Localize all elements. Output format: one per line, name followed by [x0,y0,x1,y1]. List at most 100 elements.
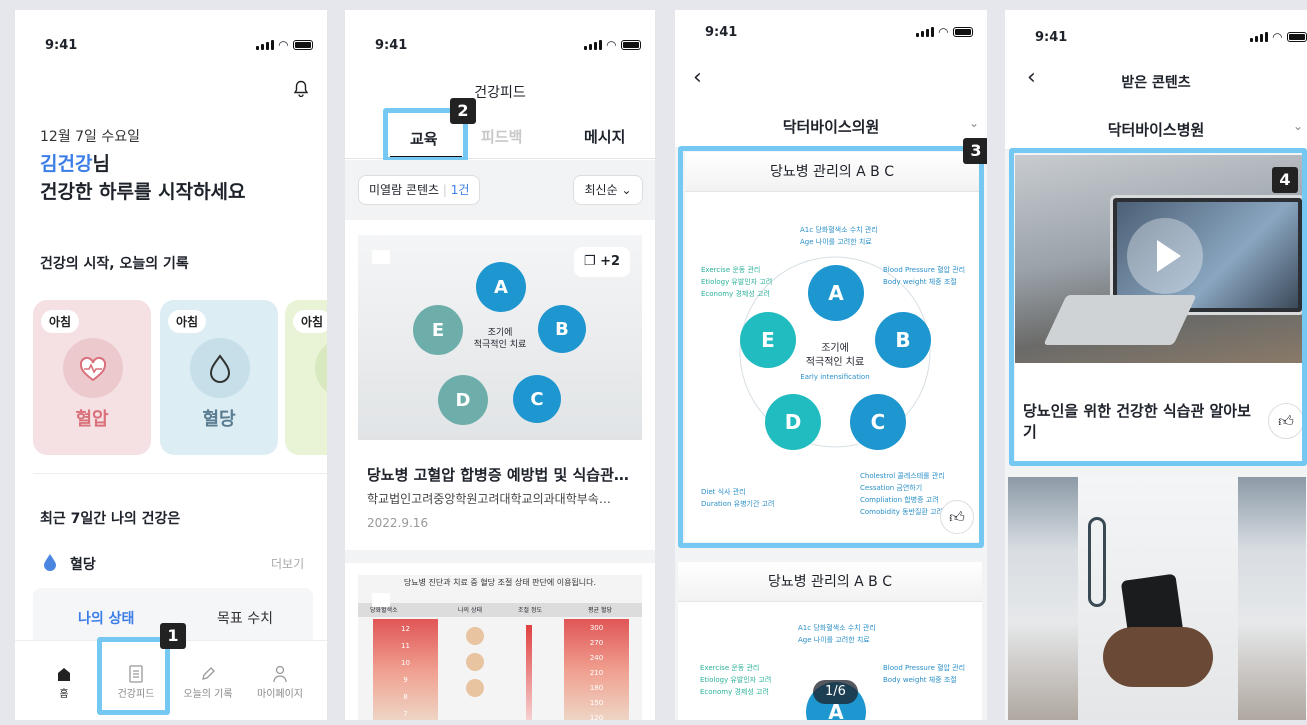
post-card[interactable]: A B C D E 조기에 적극적인 치료 ❐ +2 당뇨병 고혈압 합병증 예방… [345,220,655,550]
drop-icon [190,338,250,398]
drop-icon [43,553,57,571]
bubble-c: C [850,394,906,450]
glucose-card[interactable]: 아침 혈당 [160,300,278,455]
unread-filter[interactable]: 미열람 콘텐츠 | 1건 [358,175,481,205]
bubble-d: D [765,394,821,450]
hands-shape [1103,627,1213,687]
status-time: 9:41 [1035,30,1068,45]
tab-my-status[interactable]: 나의 상태 [78,608,134,628]
note-b: Blood Pressure 혈압 관리 Body weight 체중 조절 [883,664,966,684]
sort-label: 최신순 [584,183,618,197]
tab-home-label: 홈 [59,689,69,700]
wifi-icon: ◠ [606,38,616,52]
note-e: Exercise 운동 관리 Etiology 유발인자 고려 Economy 경제… [700,664,772,696]
tab-home[interactable]: 홈 [29,663,99,700]
battery-icon [953,27,973,37]
hospital-selector[interactable]: 닥터바이스의원 ⌄ [675,102,987,148]
tab-target[interactable]: 목표 수치 [217,608,273,628]
greeting: 김건강님 건강한 하루를 시작하세요 [40,150,246,206]
pencil-icon [202,667,215,680]
tab-mypage[interactable]: 마이페이지 [245,663,315,700]
filter-count: 1건 [450,183,470,197]
chevron-down-icon: ⌄ [617,183,632,197]
more-count: +2 [600,254,621,269]
bubble-a: A [808,265,864,321]
date-label: 12월 7일 수요일 [40,129,141,145]
heart-icon [63,338,123,398]
note-d: Diet 식사 관리 Duration 유병기간 고려 [701,488,775,508]
more-images-badge: ❐ +2 [574,247,630,277]
bubble-d: D [438,375,488,425]
col4: 평균 혈당 [588,607,612,614]
stethoscope-shape [1088,517,1106,607]
more-link[interactable]: 더보기 [271,555,304,572]
video-card[interactable]: 당뇨인을 위한 건강한 식습관 알아보기 👍︎ [1015,155,1307,461]
content-detail-screen: 9:41 ◠ ‹ 닥터바이스의원 ⌄ 당뇨병 관리의 A B C A B C D… [675,10,987,720]
tab-indicator [390,156,462,159]
face-icon [466,653,484,671]
tab-record-label: 오늘의 기록 [183,689,233,700]
back-icon[interactable]: ‹ [693,65,702,90]
center-text: 조기에 적극적인 치료 [470,327,530,351]
person-icon [273,665,287,683]
video-icon [372,593,390,607]
step-marker: 1 [160,623,186,649]
card-title: 당뇨병 관리의 A B C [685,152,979,192]
status-bar: 9:41 ◠ [15,38,327,58]
laptop-shape [1043,295,1197,345]
feed-screen: 9:41 ◠ 건강피드 교육 피드백 메시지 2 미열람 콘텐츠 | 1건 최신… [345,10,655,720]
post-card-2[interactable]: 당뇨병 진단과 치료 중 혈당 조절 상태 판단에 이용됩니다. 당화혈색소 나… [345,563,655,720]
note-a: A1c 당화혈색소 수치 관리 Age 나이를 고려한 치료 [800,226,878,246]
bubble-a: A [476,262,526,312]
signal-icon [583,40,602,50]
like-button[interactable]: 👍︎ [940,500,974,534]
hospital-selector[interactable]: 닥터바이스병원 ⌄ [1005,105,1307,150]
tab-message[interactable]: 메시지 [584,126,625,147]
page-title: 받은 콘텐츠 [1121,75,1191,91]
step-marker: 2 [450,98,476,124]
status-icons: ◠ [255,38,313,52]
bp-card[interactable]: 아침 혈압 [33,300,151,455]
play-button[interactable] [1127,218,1203,294]
partial-card[interactable]: 아침 [285,300,327,455]
page-title: 건강피드 [474,85,526,101]
home-icon [58,668,70,681]
chevron-down-icon: ⌄ [1292,119,1303,133]
tab-feed[interactable]: 건강피드 [101,663,171,700]
post-date: 2022.9.16 [367,516,429,530]
tab-record[interactable]: 오늘의 기록 [173,663,243,700]
hospital-name: 닥터바이스의원 [782,118,880,136]
status-icons: ◠ [1249,31,1307,43]
center-text: 조기에 적극적인 치료 Early intensification [800,343,870,381]
doctor-thumbnail [1008,477,1306,720]
video-thumbnail [1015,155,1307,363]
status-icons: ◠ [915,25,973,39]
wifi-icon: ◠ [278,38,288,52]
time-badge: 아침 [293,310,327,333]
battery-icon [621,40,641,50]
sort-dropdown[interactable]: 최신순 ⌄ [573,175,643,205]
post-title: 당뇨인을 위한 건강한 식습관 알아보기 [1023,402,1251,441]
status-time: 9:41 [705,25,738,40]
note-e: Exercise 운동 관리 Etiology 유발인자 고려 Economy 경제… [701,266,773,298]
bell-icon[interactable] [293,80,309,97]
face-icon [466,627,484,645]
tab-education[interactable]: 교육 [410,128,438,149]
step-marker: 3 [963,138,987,164]
like-button[interactable]: 👍︎ [1268,403,1304,439]
thumbs-up-icon: 👍︎ [949,508,965,526]
weekly-title: 최근 7일간 나의 건강은 [40,511,181,527]
bottom-tab-bar: 홈 건강피드 오늘의 기록 마이페이지 [15,640,327,720]
bubble-e: E [740,312,796,368]
metric-label: 혈당 [70,557,96,573]
bubble-c: C [513,375,561,423]
status-bar: 9:41 ◠ [1005,30,1307,50]
signal-icon [255,40,274,50]
divider [33,473,327,474]
step-marker: 4 [1272,167,1298,193]
tab-feedback[interactable]: 피드백 [481,126,522,147]
wifi-icon: ◠ [938,25,948,39]
infographic-card-2: 당뇨병 관리의 A B C A1c 당화혈색소 수치 관리 Age 나이를 고려한… [678,562,982,720]
note-b: Blood Pressure 혈압 관리 Body weight 체중 조절 [883,266,966,286]
pager-indicator: 1/6 [813,680,858,704]
